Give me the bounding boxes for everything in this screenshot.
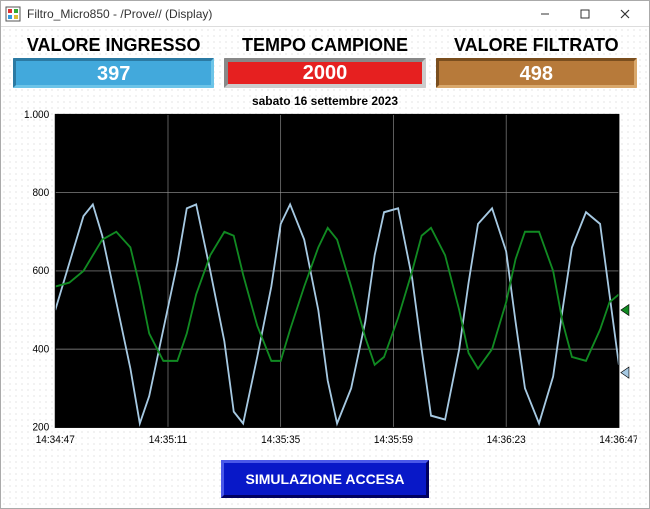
value-panels-row: VALORE INGRESSO 397 TEMPO CAMPIONE 2000 …: [13, 35, 637, 88]
minimize-button[interactable]: [525, 2, 565, 26]
chart-canvas: 200 400 600 800 1.000 14:34:47 14:35:11 14:35:3…: [13, 110, 637, 454]
svg-text:14:35:11: 14:35:11: [149, 433, 187, 446]
panel-filtrato-label: VALORE FILTRATO: [436, 35, 637, 56]
close-button[interactable]: [605, 2, 645, 26]
maximize-button[interactable]: [565, 2, 605, 26]
panel-filtrato: VALORE FILTRATO 498: [436, 35, 637, 88]
sim-row: SIMULAZIONE ACCESA: [13, 454, 637, 498]
panel-tempo-label: TEMPO CAMPIONE: [224, 35, 425, 56]
window-title: Filtro_Micro850 - /Prove// (Display): [27, 7, 525, 21]
svg-text:200: 200: [32, 421, 49, 434]
chart-date: sabato 16 settembre 2023: [13, 94, 637, 108]
application-window: Filtro_Micro850 - /Prove// (Display) VAL…: [0, 0, 650, 509]
panel-ingresso-label: VALORE INGRESSO: [13, 35, 214, 56]
svg-text:14:35:59: 14:35:59: [374, 433, 413, 446]
svg-text:800: 800: [32, 187, 49, 200]
svg-text:1.000: 1.000: [24, 110, 49, 121]
svg-text:400: 400: [32, 343, 49, 356]
trend-chart[interactable]: 200 400 600 800 1.000 14:34:47 14:35:11 14:35:3…: [13, 110, 637, 454]
content-area: VALORE INGRESSO 397 TEMPO CAMPIONE 2000 …: [1, 27, 649, 508]
panel-filtrato-value[interactable]: 498: [436, 58, 637, 88]
titlebar[interactable]: Filtro_Micro850 - /Prove// (Display): [1, 1, 649, 27]
svg-text:14:34:47: 14:34:47: [36, 433, 75, 446]
panel-ingresso-value[interactable]: 397: [13, 58, 214, 88]
panel-tempo-value[interactable]: 2000: [224, 58, 425, 88]
svg-text:600: 600: [32, 265, 49, 278]
svg-text:14:36:23: 14:36:23: [487, 433, 526, 446]
window-controls: [525, 2, 645, 26]
svg-text:14:36:47: 14:36:47: [599, 433, 637, 446]
simulation-button[interactable]: SIMULAZIONE ACCESA: [221, 460, 430, 498]
panel-tempo: TEMPO CAMPIONE 2000: [224, 35, 425, 88]
app-icon: [5, 6, 21, 22]
svg-text:14:35:35: 14:35:35: [261, 433, 300, 446]
panel-ingresso: VALORE INGRESSO 397: [13, 35, 214, 88]
